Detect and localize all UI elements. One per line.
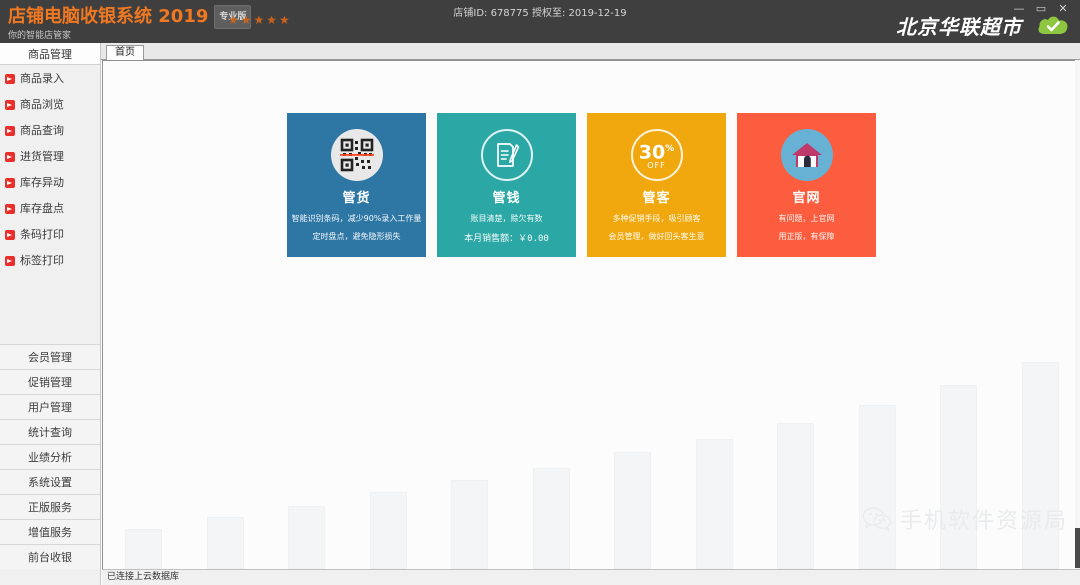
card-title: 管货	[342, 191, 371, 206]
title-bar: 店铺电脑收银系统 2019 专业版 你的智能店管家 ★★★★★ 店铺ID: 678…	[0, 0, 1080, 43]
chart-bar	[207, 517, 244, 569]
feature-card-goods[interactable]: 管货 智能识别条码，减少90%录入工作量 定时盘点，避免隐形损失	[287, 113, 426, 257]
status-bar: 已连接上云数据库	[102, 569, 1080, 585]
sidebar-item-0[interactable]: 商品录入	[0, 66, 100, 92]
arrow-square-icon	[5, 256, 15, 266]
sidebar-item-5[interactable]: 库存盘点	[0, 196, 100, 222]
arrow-square-icon	[5, 100, 15, 110]
sidebar-button-user[interactable]: 用户管理	[0, 394, 100, 419]
chart-bar	[370, 492, 407, 569]
sidebar-item-3[interactable]: 进货管理	[0, 144, 100, 170]
card-line-1: 有问题，上官网	[778, 214, 835, 223]
sidebar-item-4[interactable]: 库存异动	[0, 170, 100, 196]
watermark: 手机软件资源局	[862, 503, 1068, 535]
qr-scan-icon	[330, 129, 383, 181]
tab-home[interactable]: 首页	[106, 45, 144, 60]
card-icon-wrap	[780, 129, 833, 181]
chart-bar	[940, 385, 977, 569]
app-window: 店铺电脑收银系统 2019 专业版 你的智能店管家 ★★★★★ 店铺ID: 678…	[0, 0, 1080, 585]
chart-bar	[451, 480, 488, 569]
card-line-2: 会员管理，做好回头客生意	[608, 232, 705, 241]
sidebar-item-label: 库存异动	[20, 176, 64, 189]
sidebar-item-6[interactable]: 条码打印	[0, 222, 100, 248]
card-line-1: 智能识别条码，减少90%录入工作量	[291, 214, 422, 223]
sidebar-item-label: 标签打印	[20, 254, 64, 267]
sidebar-button-cashier[interactable]: 前台收银	[0, 544, 100, 569]
card-title: 管钱	[492, 191, 521, 206]
sidebar-item-label: 商品查询	[20, 124, 64, 137]
sidebar-bottom-menu: 会员管理 促销管理 用户管理 统计查询 业绩分析 系统设置 正版服务 增值服务 …	[0, 344, 100, 569]
vertical-scrollbar[interactable]	[1075, 60, 1080, 569]
chart-bar	[1022, 362, 1059, 569]
sidebar-button-promo[interactable]: 促销管理	[0, 369, 100, 394]
sidebar-button-analysis[interactable]: 业绩分析	[0, 444, 100, 469]
sidebar-header: 商品管理	[0, 43, 100, 65]
scrollbar-thumb[interactable]	[1075, 528, 1080, 568]
sidebar-button-member[interactable]: 会员管理	[0, 344, 100, 369]
chart-bar	[614, 452, 651, 569]
app-tagline: 你的智能店管家	[8, 31, 72, 41]
card-icon-wrap	[480, 129, 533, 181]
arrow-square-icon	[5, 230, 15, 240]
sidebar-menu: 商品录入 商品浏览 商品查询 进货管理 库存异动 库存盘点 条码打印 标签打印	[0, 66, 100, 274]
sidebar-item-label: 条码打印	[20, 228, 64, 241]
chart-bar	[533, 468, 570, 569]
tab-strip: 首页	[101, 43, 1080, 60]
home-icon	[780, 129, 833, 181]
watermark-text: 手机软件资源局	[899, 509, 1068, 534]
sidebar-item-label: 商品浏览	[20, 98, 64, 111]
cloud-check-icon[interactable]	[1036, 14, 1070, 36]
chart-bar	[288, 506, 325, 569]
card-icon-wrap	[330, 129, 383, 181]
arrow-square-icon	[5, 178, 15, 188]
sidebar-button-stats[interactable]: 统计查询	[0, 419, 100, 444]
feature-card-website[interactable]: 官网 有问题，上官网 用正版，有保障	[737, 113, 876, 257]
discount-unit: %	[665, 144, 675, 155]
card-line-1: 账目清楚，赊欠有数	[470, 214, 543, 223]
chart-bar	[859, 405, 896, 569]
arrow-square-icon	[5, 204, 15, 214]
sidebar-item-label: 进货管理	[20, 150, 64, 163]
sidebar: 商品管理 商品录入 商品浏览 商品查询 进货管理 库存异动 库存盘点 条码打印 …	[0, 43, 101, 585]
card-line-2: 定时盘点，避免隐形损失	[312, 232, 401, 241]
chart-bar	[777, 423, 814, 569]
sidebar-item-1[interactable]: 商品浏览	[0, 92, 100, 118]
feature-card-money[interactable]: 管钱 账目清楚，赊欠有数 本月销售额：￥0.00	[437, 113, 576, 257]
feature-card-customer[interactable]: 30% OFF 管客 多种促销手段，吸引顾客 会员管理，做好回头客生意	[587, 113, 726, 257]
card-title: 官网	[792, 191, 821, 206]
discount-label: OFF	[647, 160, 666, 170]
main-content: 手机软件资源局 管货 智能识别条码，减少90%录入工作量 定时盘点，避免隐形损失…	[102, 60, 1080, 569]
card-line-2: 本月销售额：￥0.00	[464, 234, 549, 244]
document-pen-icon	[480, 129, 533, 181]
sidebar-button-settings[interactable]: 系统设置	[0, 469, 100, 494]
shop-name: 北京华联超市	[896, 15, 1022, 39]
wechat-icon	[862, 507, 891, 531]
sidebar-item-label: 库存盘点	[20, 202, 64, 215]
sidebar-item-7[interactable]: 标签打印	[0, 248, 100, 274]
arrow-square-icon	[5, 152, 15, 162]
card-line-2: 用正版，有保障	[778, 232, 835, 241]
sidebar-button-genuine[interactable]: 正版服务	[0, 494, 100, 519]
chart-bar	[125, 529, 162, 569]
discount-30-off-icon: 30% OFF	[630, 129, 683, 181]
sidebar-item-label: 商品录入	[20, 72, 64, 85]
card-line-1: 多种促销手段，吸引顾客	[612, 214, 701, 223]
feature-cards: 管货 智能识别条码，减少90%录入工作量 定时盘点，避免隐形损失 管钱 账目清楚…	[287, 113, 876, 257]
sidebar-button-valueadd[interactable]: 增值服务	[0, 519, 100, 544]
card-icon-wrap: 30% OFF	[630, 129, 683, 181]
chart-bar	[696, 439, 733, 569]
arrow-square-icon	[5, 126, 15, 136]
sidebar-item-2[interactable]: 商品查询	[0, 118, 100, 144]
card-title: 管客	[642, 191, 671, 206]
arrow-square-icon	[5, 74, 15, 84]
discount-value-row: 30%	[639, 140, 675, 162]
